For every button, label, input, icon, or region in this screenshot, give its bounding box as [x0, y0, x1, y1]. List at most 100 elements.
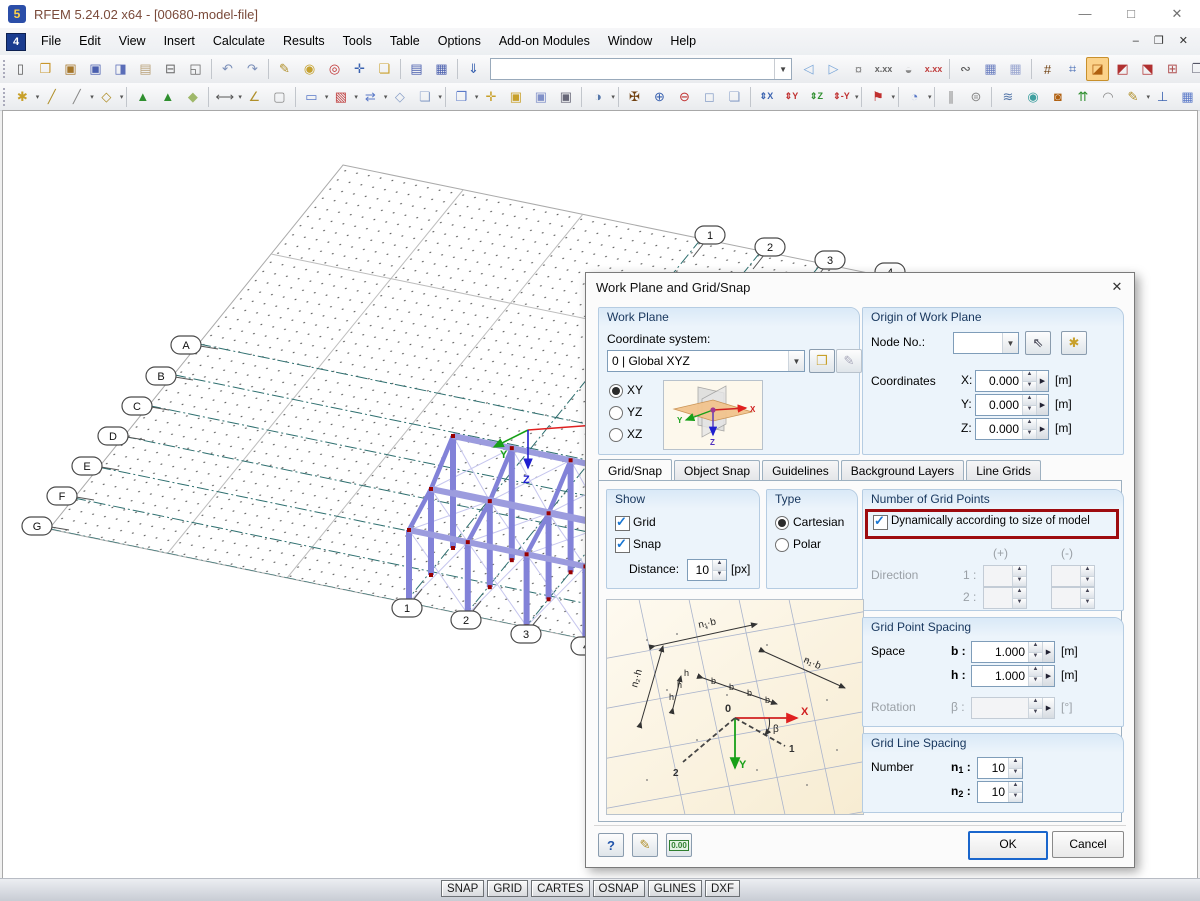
mdi-child-icon[interactable]: 4 — [6, 33, 26, 51]
coord-expander[interactable]: ▶ — [1036, 395, 1048, 415]
dropdown-caret-icon[interactable]: ▾ — [36, 93, 40, 101]
dropdown-caret-icon[interactable]: ▾ — [354, 93, 358, 101]
tab-background-layers[interactable]: Background Layers — [840, 460, 965, 481]
zoom-pan-icon[interactable]: ✠ — [623, 85, 646, 109]
surface-select-icon[interactable]: ▭ — [300, 85, 323, 109]
menu-tools[interactable]: Tools — [334, 28, 381, 55]
zoom-out-icon[interactable]: ⊖ — [673, 85, 696, 109]
n1-input[interactable]: 10 ▲ ▼ — [977, 757, 1023, 779]
arrows-up-icon[interactable]: ⇈ — [1071, 85, 1094, 109]
workplane-xy-icon[interactable]: ◪ — [1086, 57, 1109, 81]
n1-spinner[interactable]: ▲ ▼ — [1008, 758, 1022, 778]
dropdown-caret-icon[interactable]: ▾ — [90, 93, 94, 101]
dropdown-caret-icon[interactable]: ▾ — [475, 93, 479, 101]
coord-spinner[interactable]: ▲ ▼ — [1022, 419, 1036, 439]
table-list-icon[interactable]: ▤ — [405, 57, 428, 81]
status-toggle-dxf[interactable]: DXF — [704, 880, 740, 897]
status-toggle-glines[interactable]: GLINES — [647, 880, 702, 897]
redo-icon[interactable]: ↷ — [241, 57, 264, 81]
menu-file[interactable]: File — [32, 28, 70, 55]
move-object-icon[interactable]: ✛ — [479, 85, 502, 109]
visibility-flag-icon[interactable]: ⚑ — [866, 85, 889, 109]
tab-grid-snap[interactable]: Grid/Snap — [598, 459, 673, 480]
view-angle-icon[interactable]: ◔ — [903, 85, 926, 109]
render-shaded-icon[interactable]: ◉ — [1021, 85, 1044, 109]
menu-table[interactable]: Table — [381, 28, 429, 55]
minimize-button[interactable]: — — [1062, 0, 1108, 28]
dialog-close-icon[interactable]: ✕ — [1108, 278, 1126, 296]
new-node-icon[interactable]: ✱ — [11, 85, 34, 109]
status-toggle-grid[interactable]: GRID — [487, 880, 529, 897]
plane-radio-xy[interactable] — [609, 384, 623, 398]
calc-hammer-icon[interactable]: # — [1036, 57, 1059, 81]
coord-expander[interactable]: ▶ — [1036, 419, 1048, 439]
print-preview-icon[interactable]: ◱ — [184, 57, 207, 81]
line-type-icon[interactable]: ╱ — [65, 85, 88, 109]
toolbar-combobox[interactable]: ▼ — [490, 58, 792, 80]
cancel-button[interactable]: Cancel — [1052, 831, 1124, 858]
coord-spinner[interactable]: ▲ ▼ — [1022, 371, 1036, 391]
space-h-spinner[interactable]: ▲ ▼ — [1028, 666, 1042, 686]
snap-checkbox[interactable] — [615, 536, 630, 553]
distance-input[interactable]: 10 ▲ ▼ — [687, 559, 727, 581]
solid-copy-icon[interactable]: ❏ — [413, 85, 436, 109]
toolbar-grip[interactable] — [3, 87, 7, 106]
status-toggle-cartes[interactable]: CARTES — [531, 880, 590, 897]
chevron-down-icon[interactable]: ▼ — [788, 351, 804, 371]
clipboard-icon[interactable]: ▤ — [134, 57, 157, 81]
block-b-icon[interactable]: ▣ — [529, 85, 552, 109]
workplane-xz-icon[interactable]: ⬔ — [1136, 57, 1159, 81]
chevron-down-icon[interactable]: ▼ — [1002, 333, 1018, 353]
level-icon[interactable]: ⊥ — [1151, 85, 1174, 109]
new-surface-icon[interactable]: ◆ — [181, 85, 204, 109]
tab-line-grids[interactable]: Line Grids — [966, 460, 1041, 481]
node-pin-icon[interactable]: ¤ — [847, 57, 870, 81]
coordinate-system-select[interactable]: 0 | Global XYZ ▼ — [607, 350, 805, 372]
status-toggle-osnap[interactable]: OSNAP — [592, 880, 645, 897]
move-view-icon[interactable]: ⇄ — [359, 85, 382, 109]
menu-view[interactable]: View — [110, 28, 155, 55]
dropdown-caret-icon[interactable]: ▾ — [238, 93, 242, 101]
dimension-xxx-icon[interactable]: x.xx — [872, 57, 895, 81]
space-b-spinner[interactable]: ▲ ▼ — [1028, 642, 1042, 662]
status-toggle-snap[interactable]: SNAP — [441, 880, 485, 897]
grid-checkbox[interactable] — [615, 514, 630, 531]
menu-results[interactable]: Results — [274, 28, 334, 55]
space-b-expander[interactable]: ▶ — [1042, 642, 1054, 662]
chevron-down-icon[interactable]: ▼ — [774, 59, 791, 79]
cut-view-icon[interactable]: ▧ — [329, 85, 352, 109]
space-h-input[interactable]: 1.000 ▲ ▼ ▶ — [971, 665, 1055, 687]
edit-geometry-icon[interactable]: ✎ — [273, 57, 296, 81]
space-b-input[interactable]: 1.000 ▲ ▼ ▶ — [971, 641, 1055, 663]
dropdown-caret-icon[interactable]: ▾ — [611, 93, 615, 101]
nav-back-icon[interactable]: ◁ — [797, 57, 820, 81]
menu-options[interactable]: Options — [429, 28, 490, 55]
mdi-window-controls[interactable]: ‒ ❐ ✕ — [1133, 34, 1194, 47]
archive-blue-icon[interactable]: ▣ — [84, 57, 107, 81]
view-3d-icon[interactable]: ◑ — [586, 85, 609, 109]
zoom-in-icon[interactable]: ⊕ — [648, 85, 671, 109]
units-button[interactable]: 0.00 — [666, 833, 692, 857]
view-window-icon[interactable]: ❐ — [1186, 57, 1200, 81]
dropdown-caret-icon[interactable]: ▾ — [891, 93, 895, 101]
pan-icon[interactable]: ⊜ — [964, 85, 987, 109]
coord-x-input[interactable]: 0.000 ▲ ▼ ▶ — [975, 370, 1049, 392]
new-file-icon[interactable]: ▯ — [9, 57, 32, 81]
pick-node-button[interactable]: ⇖ — [1025, 331, 1051, 355]
table-grid-icon[interactable]: ▦ — [430, 57, 453, 81]
block-a-icon[interactable]: ▣ — [504, 85, 527, 109]
undo-icon[interactable]: ↶ — [216, 57, 239, 81]
menu-window[interactable]: Window — [599, 28, 661, 55]
view-cube2-icon[interactable]: ❏ — [723, 85, 746, 109]
view-z-icon[interactable]: ⇕Z — [805, 85, 828, 109]
dropdown-caret-icon[interactable]: ▾ — [438, 93, 442, 101]
new-member-icon[interactable]: ▲ — [131, 85, 154, 109]
dimension-icon[interactable]: ⟷ — [213, 85, 236, 109]
frame-a-icon[interactable]: ▦ — [979, 57, 1002, 81]
dynamic-grid-checkbox[interactable] — [873, 513, 888, 530]
space-h-expander[interactable]: ▶ — [1042, 666, 1054, 686]
view-minus-y-icon[interactable]: ⇕-Y — [830, 85, 853, 109]
dropdown-caret-icon[interactable]: ▾ — [325, 93, 329, 101]
type-radio-cartesian[interactable] — [775, 516, 789, 530]
archive-model-icon[interactable]: ▣ — [59, 57, 82, 81]
